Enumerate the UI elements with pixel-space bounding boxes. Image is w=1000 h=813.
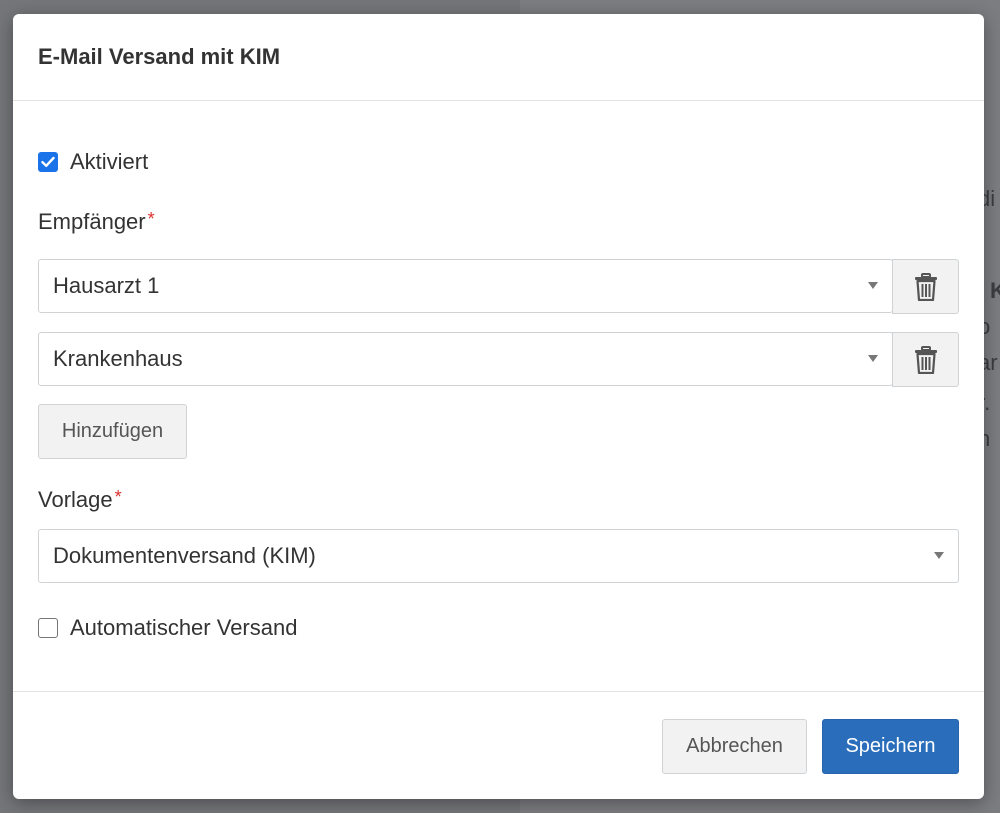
activated-checkbox[interactable] (38, 152, 58, 172)
trash-icon (914, 345, 937, 374)
auto-send-label: Automatischer Versand (70, 615, 298, 640)
template-select-value: Dokumentenversand (KIM) (53, 543, 316, 568)
delete-recipient-2-button[interactable] (892, 332, 959, 387)
template-label: Vorlage * (38, 487, 122, 513)
caret-down-icon (868, 282, 878, 289)
recipients-label-text: Empfänger (38, 209, 146, 234)
add-recipient-button[interactable]: Hinzufügen (38, 404, 187, 459)
checkmark-icon (41, 156, 55, 167)
activated-label: Aktiviert (70, 149, 149, 174)
activated-row[interactable]: Aktiviert (38, 149, 148, 175)
recipients-label: Empfänger * (38, 209, 155, 235)
save-button[interactable]: Speichern (822, 719, 959, 774)
caret-down-icon (934, 552, 944, 559)
background-text: K (990, 278, 1000, 303)
dialog-body: Aktiviert Empfänger * Hausarzt 1 Krankenh… (13, 101, 984, 692)
kim-email-dialog: E-Mail Versand mit KIM Aktiviert Empfäng… (13, 14, 984, 799)
recipient-select-value: Hausarzt 1 (53, 273, 160, 298)
caret-down-icon (868, 355, 878, 362)
dialog-title: E-Mail Versand mit KIM (38, 44, 281, 69)
template-select[interactable]: Dokumentenversand (KIM) (38, 529, 959, 583)
trash-icon (914, 272, 937, 301)
recipient-select-2[interactable]: Krankenhaus (38, 332, 893, 386)
dialog-header: E-Mail Versand mit KIM (13, 14, 984, 101)
required-mark: * (147, 209, 155, 229)
cancel-button[interactable]: Abbrechen (662, 719, 807, 774)
required-mark: * (114, 487, 122, 507)
delete-recipient-1-button[interactable] (892, 259, 959, 314)
auto-send-row[interactable]: Automatischer Versand (38, 615, 297, 641)
recipient-select-value: Krankenhaus (53, 346, 183, 371)
template-label-text: Vorlage (38, 487, 113, 512)
auto-send-checkbox[interactable] (38, 618, 58, 638)
recipient-select-1[interactable]: Hausarzt 1 (38, 259, 893, 313)
